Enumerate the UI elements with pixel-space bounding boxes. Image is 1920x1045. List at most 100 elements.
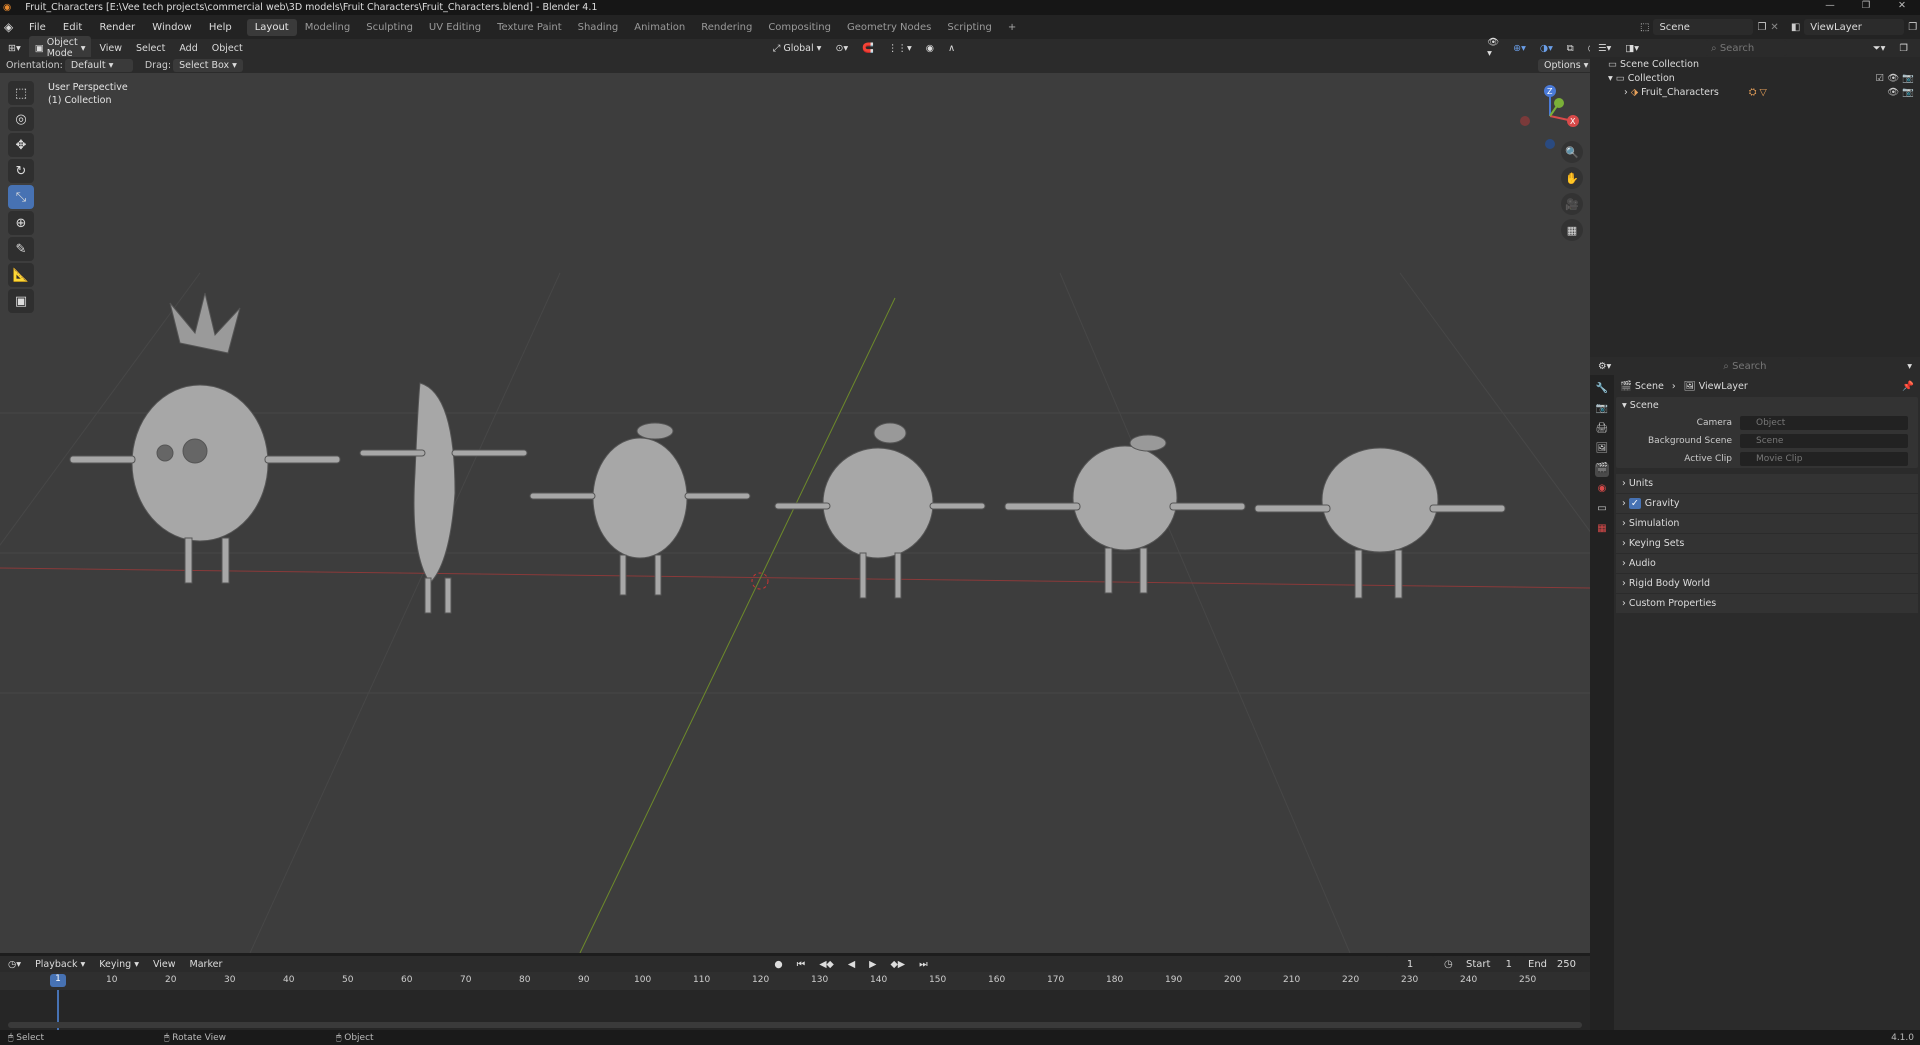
apple-character-1[interactable] xyxy=(529,422,751,596)
tool-tab-icon[interactable]: 🔧 xyxy=(1595,383,1609,397)
menu-render[interactable]: Render xyxy=(92,22,142,33)
transform-orientation[interactable]: ⤢ Global ▾ xyxy=(767,42,828,55)
properties-editor-icon[interactable]: ⚙▾ xyxy=(1592,360,1617,373)
pan-hand-icon[interactable]: ✋ xyxy=(1561,167,1583,189)
gravity-checkbox[interactable]: ✓ xyxy=(1628,498,1641,509)
current-frame-field[interactable]: 1 xyxy=(1385,956,1435,972)
collection-visibility-icons[interactable]: ☑ 👁 📷 xyxy=(1876,73,1914,84)
scale-tool-icon[interactable]: ⤡ xyxy=(8,185,34,209)
preview-range-icon[interactable]: ◷ xyxy=(1444,959,1453,970)
menu-marker[interactable]: Marker xyxy=(184,958,229,971)
filter-icon[interactable]: ⏷▾ xyxy=(1867,42,1891,55)
snap-target-icon[interactable]: ⋮⋮▾ xyxy=(882,42,918,55)
next-key-icon[interactable]: ◆▶ xyxy=(884,958,911,971)
scene-panel-header[interactable]: ▾ Scene xyxy=(1616,397,1918,414)
overlay-toggle-icon[interactable]: ◑▾ xyxy=(1534,42,1559,55)
falloff-icon[interactable]: ∧ xyxy=(942,42,961,55)
timeline-body[interactable] xyxy=(0,990,1590,1030)
annotate-tool-icon[interactable]: ✎ xyxy=(8,237,34,261)
outliner-scene-collection[interactable]: ▭ Scene Collection xyxy=(1590,57,1920,71)
camera-view-icon[interactable]: 🎥 xyxy=(1561,193,1583,215)
tab-rendering[interactable]: Rendering xyxy=(693,19,760,36)
drag-selector[interactable]: Select Box ▾ xyxy=(173,58,243,72)
scene-tab-icon[interactable]: 🎬 xyxy=(1595,463,1609,477)
menu-file[interactable]: File xyxy=(22,22,53,33)
tab-geometry-nodes[interactable]: Geometry Nodes xyxy=(839,19,939,36)
options-button[interactable]: Options ▾ xyxy=(1538,58,1595,72)
tab-scripting[interactable]: Scripting xyxy=(939,19,999,36)
menu-add[interactable]: Add xyxy=(173,42,203,55)
rotate-tool-icon[interactable]: ↻ xyxy=(8,159,34,183)
transform-tool-icon[interactable]: ⊕ xyxy=(8,211,34,235)
3d-viewport[interactable]: User Perspective (1) Collection ⬚ ◎ ✥ ↻ … xyxy=(0,73,1590,953)
play-reverse-icon[interactable]: ◀ xyxy=(842,958,861,971)
outliner-collection[interactable]: ▾ ▭ Collection ☑ 👁 📷 xyxy=(1590,71,1920,85)
snap-icon[interactable]: 🧲 xyxy=(856,42,880,55)
select-box-tool-icon[interactable]: ⬚ xyxy=(8,81,34,105)
outliner-editor-icon[interactable]: ☰▾ xyxy=(1592,42,1617,55)
rigid-body-world-panel[interactable]: › Rigid Body World xyxy=(1616,574,1918,593)
tab-compositing[interactable]: Compositing xyxy=(760,19,839,36)
delete-scene-icon[interactable]: ✕ xyxy=(1770,22,1778,33)
properties-options-icon[interactable]: ▾ xyxy=(1901,360,1918,373)
item-visibility-icons[interactable]: 👁 📷 xyxy=(1887,87,1914,98)
menu-edit[interactable]: Edit xyxy=(56,22,89,33)
menu-window[interactable]: Window xyxy=(145,22,198,33)
timeline-scrollbar[interactable] xyxy=(8,1022,1582,1028)
orange-character[interactable] xyxy=(1254,447,1506,599)
timeline-editor-icon[interactable]: ◷▾ xyxy=(2,958,27,971)
banana-character[interactable] xyxy=(359,382,528,614)
pineapple-character[interactable] xyxy=(69,292,341,584)
prev-key-icon[interactable]: ◀◆ xyxy=(813,958,840,971)
playhead-frame-badge[interactable]: 1 xyxy=(50,974,66,987)
new-collection-icon[interactable]: ❐ xyxy=(1893,42,1914,55)
menu-timeline-view[interactable]: View xyxy=(147,958,182,971)
tab-animation[interactable]: Animation xyxy=(626,19,693,36)
simulation-panel[interactable]: › Simulation xyxy=(1616,514,1918,533)
display-mode-icon[interactable]: ◨▾ xyxy=(1619,42,1645,55)
active-clip-field[interactable]: Movie Clip xyxy=(1740,452,1908,466)
outliner-search[interactable]: ⌕ Search xyxy=(1705,40,1788,56)
menu-view[interactable]: View xyxy=(93,42,128,55)
measure-tool-icon[interactable]: 📐 xyxy=(8,263,34,287)
end-frame-field[interactable]: End 250 xyxy=(1522,956,1582,972)
close-icon[interactable]: ✕ xyxy=(1884,0,1920,11)
zoom-icon[interactable]: 🔍 xyxy=(1561,141,1583,163)
jump-end-icon[interactable]: ⏭ xyxy=(913,958,934,971)
move-tool-icon[interactable]: ✥ xyxy=(8,133,34,157)
play-icon[interactable]: ▶ xyxy=(863,958,882,971)
pin-icon[interactable]: 📌 xyxy=(1902,381,1914,392)
texture-tab-icon[interactable]: ▦ xyxy=(1595,523,1609,537)
tab-texture-paint[interactable]: Texture Paint xyxy=(489,19,570,36)
orientation-selector[interactable]: Default ▾ xyxy=(64,58,133,72)
menu-object[interactable]: Object xyxy=(206,42,249,55)
world-tab-icon[interactable]: ◉ xyxy=(1595,483,1609,497)
cursor-tool-icon[interactable]: ◎ xyxy=(8,107,34,131)
scene-selector[interactable]: Scene xyxy=(1653,19,1754,35)
units-panel[interactable]: › Units xyxy=(1616,474,1918,493)
proportional-edit-icon[interactable]: ◉ xyxy=(920,42,940,55)
new-viewlayer-icon[interactable]: ❐ xyxy=(1908,22,1917,33)
menu-select[interactable]: Select xyxy=(130,42,171,55)
render-tab-icon[interactable]: 📷 xyxy=(1595,403,1609,417)
custom-properties-panel[interactable]: › Custom Properties xyxy=(1616,594,1918,613)
tab-modeling[interactable]: Modeling xyxy=(297,19,359,36)
start-frame-field[interactable]: Start 1 xyxy=(1460,956,1518,972)
menu-playback[interactable]: Playback ▾ xyxy=(29,958,91,971)
camera-field[interactable]: Object xyxy=(1740,416,1908,430)
editor-type-icon[interactable]: ⊞▾ xyxy=(2,42,27,55)
gizmo-neg-z-icon[interactable] xyxy=(1545,139,1555,149)
xray-icon[interactable]: ⧉ xyxy=(1561,42,1580,55)
tab-uv-editing[interactable]: UV Editing xyxy=(421,19,489,36)
audio-panel[interactable]: › Audio xyxy=(1616,554,1918,573)
tab-sculpting[interactable]: Sculpting xyxy=(358,19,421,36)
jump-start-icon[interactable]: ⏮ xyxy=(791,958,812,971)
maximize-icon[interactable]: ❐ xyxy=(1848,0,1884,11)
tab-layout[interactable]: Layout xyxy=(246,18,297,36)
gizmo-neg-x-icon[interactable] xyxy=(1520,116,1530,126)
raspberry-character[interactable] xyxy=(774,422,986,599)
minimize-icon[interactable]: — xyxy=(1812,0,1848,11)
tab-shading[interactable]: Shading xyxy=(570,19,627,36)
gizmo-toggle-icon[interactable]: ⊕▾ xyxy=(1507,42,1532,55)
expand-arrow-icon[interactable]: ▾ xyxy=(1608,73,1616,84)
